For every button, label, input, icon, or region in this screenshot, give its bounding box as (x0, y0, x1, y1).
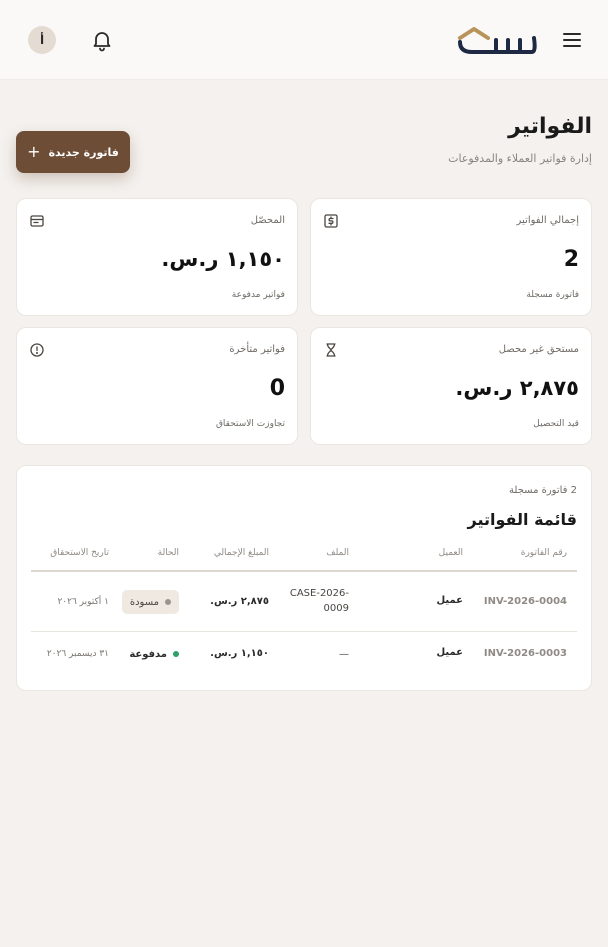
page-title: الفواتير (508, 114, 592, 139)
table-header-divider (31, 570, 577, 572)
invoice-due-date: ١ أكتوبر ٢٠٢٦ (57, 597, 109, 607)
invoice-list: 2 فاتورة مسجلة قائمة الفواتير رقم الفاتو… (16, 465, 592, 691)
stat-label: مستحق غير محصل (498, 344, 579, 355)
app-logo (458, 27, 537, 54)
status-badge: مدفوعة (121, 642, 187, 666)
status-dot (165, 599, 171, 605)
new-invoice-button[interactable]: فاتورة جديدة + (16, 131, 130, 173)
bell-icon[interactable] (90, 28, 114, 52)
invoice-number[interactable]: INV-2026-0003 (484, 648, 567, 659)
row-divider (31, 631, 577, 632)
invoice-amount: ١,١٥٠ ر.س. (210, 648, 269, 659)
column-header: رقم الفاتورة (520, 548, 567, 558)
column-header: الحالة (157, 548, 179, 558)
invoice-list-title: قائمة الفواتير (467, 510, 577, 529)
top-bar: أ (0, 0, 608, 80)
column-header: العميل (438, 548, 463, 558)
stat-subtext: تجاوزت الاستحقاق (215, 419, 285, 429)
stat-value: 2 (563, 247, 579, 272)
invoice-due-date: ٣١ ديسمبر ٢٠٢٦ (46, 649, 109, 659)
hourglass-icon (326, 343, 336, 357)
column-header: المبلغ الإجمالي (213, 548, 269, 558)
stat-label: فواتير متأخرة (229, 344, 285, 355)
column-header: تاريخ الاستحقاق (50, 548, 109, 558)
stat-label: إجمالي الفواتير (516, 215, 580, 226)
status-label: مدفوعة (129, 648, 167, 660)
plus-icon: + (27, 142, 41, 161)
dollar-document-icon (324, 214, 338, 228)
wallet-icon (30, 215, 44, 227)
invoice-count: 2 فاتورة مسجلة (509, 485, 577, 496)
page-subtitle: إدارة فواتير العملاء والمدفوعات (448, 152, 592, 165)
invoice-number[interactable]: INV-2026-0004 (484, 596, 567, 607)
stat-value: 0 (269, 376, 285, 401)
invoice-file[interactable]: CASE-2026- 0009 (290, 586, 349, 616)
stat-card-total-invoices: إجمالي الفواتير 2 فاتورة مسجلة (310, 198, 592, 316)
alert-circle-icon (30, 343, 44, 357)
stat-card-collected: المحصّل ١,١٥٠ ر.س. فواتير مدفوعة (16, 198, 298, 316)
stat-subtext: قيد التحصيل (533, 419, 579, 429)
new-invoice-label: فاتورة جديدة (48, 145, 119, 159)
stat-subtext: فواتير مدفوعة (231, 290, 285, 300)
stat-subtext: فاتورة مسجلة (526, 290, 579, 300)
invoice-file: — (339, 649, 349, 660)
status-badge: مسودة (121, 590, 179, 614)
invoice-client: عميل (436, 595, 463, 606)
stat-value: ٢,٨٧٥ ر.س. (455, 376, 579, 400)
status-dot (173, 651, 179, 657)
stat-label: المحصّل (250, 215, 285, 226)
invoice-amount: ٢,٨٧٥ ر.س. (210, 596, 269, 607)
stat-value: ١,١٥٠ ر.س. (161, 247, 285, 271)
avatar[interactable]: أ (28, 26, 56, 54)
invoice-client: عميل (436, 647, 463, 658)
column-header: الملف (326, 548, 349, 558)
status-label: مسودة (129, 596, 159, 608)
stat-card-overdue: فواتير متأخرة 0 تجاوزت الاستحقاق (16, 327, 298, 445)
stat-card-outstanding: مستحق غير محصل ٢,٨٧٥ ر.س. قيد التحصيل (310, 327, 592, 445)
menu-icon[interactable] (560, 28, 584, 52)
